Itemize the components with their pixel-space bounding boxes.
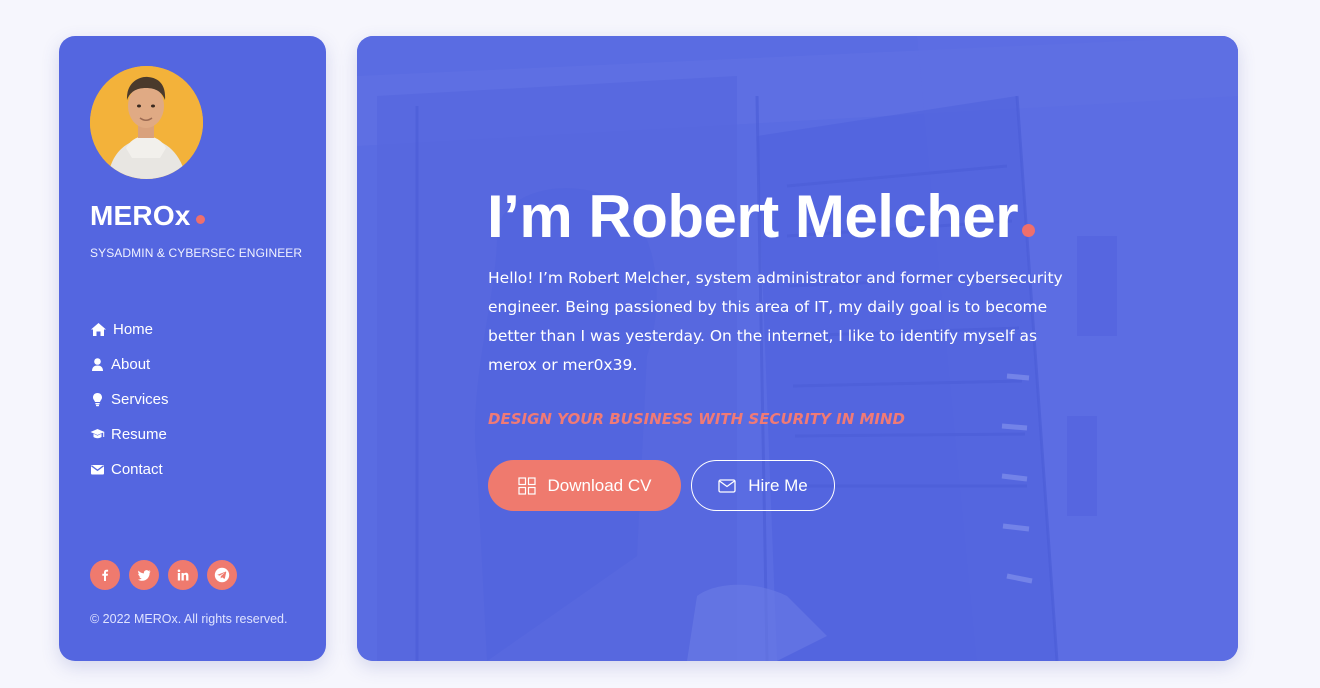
page-title: I’m Robert Melcher xyxy=(487,182,1036,251)
sidebar-item-home[interactable]: Home xyxy=(90,312,169,347)
user-icon xyxy=(92,358,103,371)
home-icon xyxy=(91,323,106,336)
title-dot xyxy=(1022,224,1036,237)
avatar-photo xyxy=(90,66,203,179)
brand-tagline: SYSADMIN & CYBERSEC ENGINEER xyxy=(90,246,303,260)
sidebar-item-label: About xyxy=(111,356,151,373)
graduation-cap-icon xyxy=(90,429,105,439)
download-cv-button[interactable]: Download CV xyxy=(488,460,681,511)
envelope-icon xyxy=(91,465,104,475)
copyright-text: © 2022 MEROx. All rights reserved. xyxy=(90,612,288,626)
hero-title-text: I’m Robert Melcher xyxy=(487,183,1019,250)
avatar xyxy=(90,66,203,179)
twitter-icon[interactable] xyxy=(129,560,159,590)
hire-me-button[interactable]: Hire Me xyxy=(691,460,835,511)
hero-intro: Hello! I’m Robert Melcher, system admini… xyxy=(488,269,1063,374)
hire-me-label: Hire Me xyxy=(748,475,808,495)
envelope-icon xyxy=(718,478,736,493)
hero-section: I’m Robert Melcher Hello! I’m Robert Mel… xyxy=(357,36,1238,661)
brand-logo[interactable]: MEROx xyxy=(90,200,205,232)
hero-tagline: DESIGN YOUR BUSINESS WITH SECURITY IN MI… xyxy=(488,410,905,428)
sidebar-item-resume[interactable]: Resume xyxy=(90,417,169,452)
facebook-icon[interactable] xyxy=(90,560,120,590)
sidebar-item-label: Services xyxy=(111,391,169,408)
sidebar-item-services[interactable]: Services xyxy=(90,382,169,417)
social-links xyxy=(90,560,246,590)
telegram-icon[interactable] xyxy=(207,560,237,590)
sidebar-item-contact[interactable]: Contact xyxy=(90,452,169,487)
sidebar-item-label: Resume xyxy=(111,426,167,443)
brand-dot xyxy=(195,215,205,224)
brand-name: MEROx xyxy=(90,200,191,231)
download-cv-label: Download CV xyxy=(547,475,652,495)
grid-icon xyxy=(517,476,536,495)
lightbulb-icon xyxy=(93,393,102,407)
sidebar-item-about[interactable]: About xyxy=(90,347,169,382)
sidebar-item-label: Contact xyxy=(111,461,163,478)
sidebar-nav: Home About Services Resume Contact xyxy=(90,312,169,487)
linkedin-icon[interactable] xyxy=(168,560,198,590)
sidebar-item-label: Home xyxy=(113,321,154,338)
sidebar: MEROx SYSADMIN & CYBERSEC ENGINEER Home … xyxy=(59,36,326,661)
